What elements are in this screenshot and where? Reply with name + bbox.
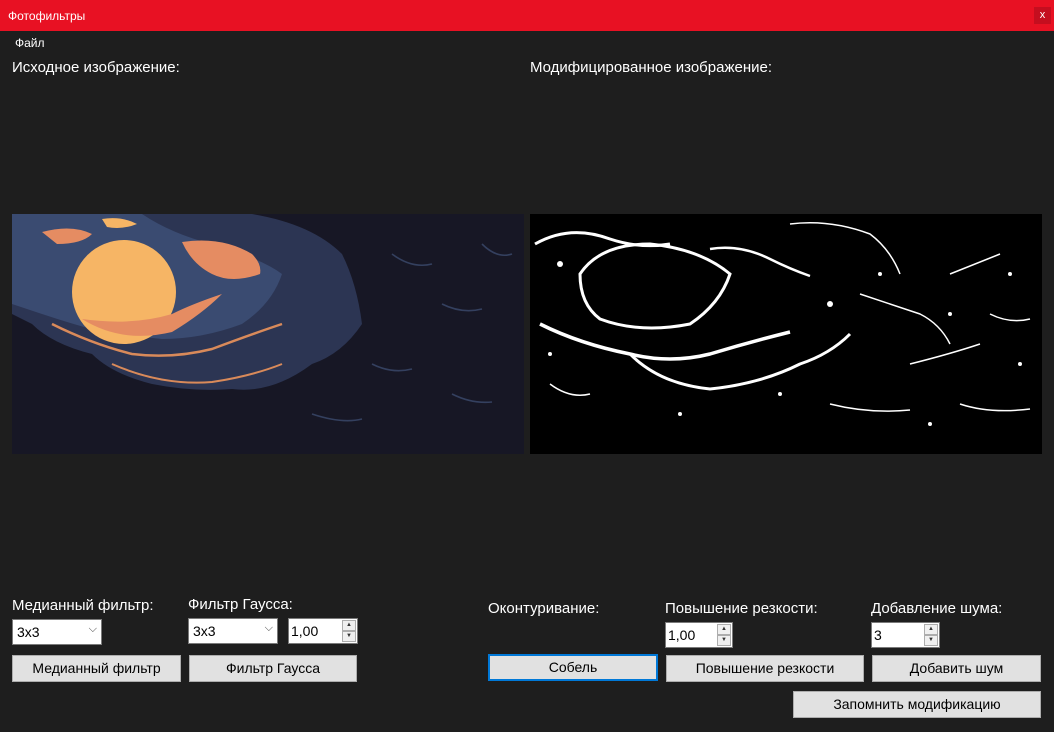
gauss-size-value: 3x3 [193,623,216,639]
add-noise-button[interactable]: Добавить шум [872,655,1041,682]
noise-value: 3 [874,627,882,643]
noise-label: Добавление шума: [871,600,1003,617]
gauss-sigma-spin-buttons: ▲ ▼ [342,620,356,642]
median-size-select[interactable]: 3x3 ⌵ [12,619,102,645]
modified-image [530,214,1042,454]
sharpen-label: Повышение резкости: [665,600,818,617]
spin-down-icon[interactable]: ▼ [342,631,356,642]
sharpen-spin-buttons: ▲ ▼ [717,624,731,646]
sobel-button[interactable]: Собель [488,654,658,681]
median-filter-label: Медианный фильтр: [12,597,154,614]
gauss-size-select[interactable]: 3x3 ⌵ [188,618,278,644]
median-size-value: 3x3 [17,624,40,640]
save-modification-button[interactable]: Запомнить модификацию [793,691,1041,718]
median-filter-button[interactable]: Медианный фильтр [12,655,181,682]
spin-up-icon[interactable]: ▲ [924,624,938,635]
gauss-filter-button[interactable]: Фильтр Гаусса [189,655,357,682]
spin-up-icon[interactable]: ▲ [342,620,356,631]
source-image [12,214,524,454]
chevron-down-icon: ⌵ [88,623,97,635]
window-title: Фотофильтры [8,9,86,23]
gauss-filter-label: Фильтр Гаусса: [188,596,293,613]
menu-file[interactable]: Файл [15,36,45,50]
gauss-sigma-stepper[interactable]: 1,00 ▲ ▼ [288,618,358,644]
noise-spin-buttons: ▲ ▼ [924,624,938,646]
title-bar: Фотофильтры x [0,0,1054,31]
source-image-label: Исходное изображение: [12,59,180,76]
gauss-sigma-value: 1,00 [291,623,319,639]
spin-down-icon[interactable]: ▼ [924,635,938,646]
modified-image-label: Модифицированное изображение: [530,59,772,76]
sharpen-button[interactable]: Повышение резкости [666,655,864,682]
sharpen-value: 1,00 [668,627,696,643]
sharpen-stepper[interactable]: 1,00 ▲ ▼ [665,622,733,648]
spin-up-icon[interactable]: ▲ [717,624,731,635]
chevron-down-icon: ⌵ [264,622,273,634]
close-button[interactable]: x [1034,7,1051,24]
spin-down-icon[interactable]: ▼ [717,635,731,646]
close-icon: x [1039,9,1046,21]
noise-stepper[interactable]: 3 ▲ ▼ [871,622,940,648]
contour-label: Оконтуривание: [488,600,600,617]
